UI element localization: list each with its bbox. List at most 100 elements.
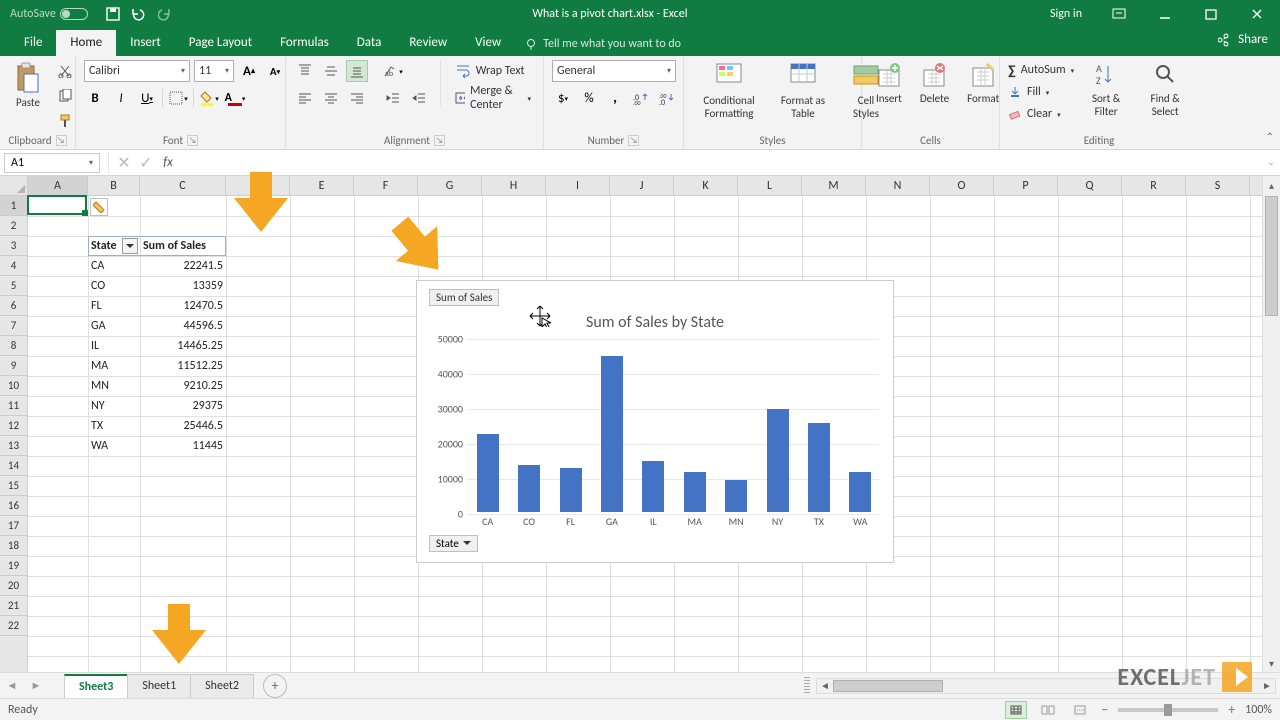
column-header[interactable]: R: [1122, 176, 1186, 195]
add-sheet-icon[interactable]: +: [263, 674, 287, 698]
page-layout-view-icon[interactable]: [1037, 701, 1059, 719]
column-header[interactable]: J: [610, 176, 674, 195]
tellme-search[interactable]: Tell me what you want to do: [515, 32, 691, 56]
enter-formula-icon[interactable]: ✓: [135, 152, 157, 174]
italic-icon[interactable]: I: [110, 87, 132, 109]
active-cell[interactable]: [27, 195, 87, 215]
row-header[interactable]: 11: [0, 396, 27, 416]
cell[interactable]: MA: [88, 356, 140, 376]
chart-bar[interactable]: [477, 434, 499, 512]
chart-bar[interactable]: [767, 409, 789, 512]
tab-formulas[interactable]: Formulas: [266, 30, 343, 56]
cell[interactable]: 13359: [140, 276, 226, 296]
row-header[interactable]: 6: [0, 296, 27, 316]
column-header[interactable]: M: [802, 176, 866, 195]
row-header[interactable]: 5: [0, 276, 27, 296]
cell[interactable]: 11445: [140, 436, 226, 456]
column-header[interactable]: I: [546, 176, 610, 195]
select-all-corner[interactable]: [0, 176, 28, 196]
row-header[interactable]: 21: [0, 596, 27, 616]
chart-bar[interactable]: [518, 465, 540, 512]
pivot-filter-dropdown[interactable]: [122, 238, 138, 254]
cell[interactable]: CA: [88, 256, 140, 276]
ribbon-display-icon[interactable]: [1096, 0, 1142, 28]
cell[interactable]: NY: [88, 396, 140, 416]
comma-format-icon[interactable]: ,: [604, 87, 626, 109]
zoom-in-icon[interactable]: +: [1228, 701, 1235, 718]
tab-insert[interactable]: Insert: [116, 30, 175, 56]
autosum-button[interactable]: ∑AutoSum▾: [1008, 60, 1074, 80]
fill-button[interactable]: Fill▾: [1008, 82, 1074, 102]
cell[interactable]: 12470.5: [140, 296, 226, 316]
increase-decimal-icon[interactable]: .0.00: [630, 87, 652, 109]
column-header[interactable]: E: [290, 176, 354, 195]
autosave-toggle[interactable]: AutoSave: [0, 7, 98, 21]
zoom-slider[interactable]: [1118, 708, 1218, 712]
row-header[interactable]: 20: [0, 576, 27, 596]
row-header[interactable]: 16: [0, 496, 27, 516]
tab-home[interactable]: Home: [56, 30, 116, 56]
wrap-text-button[interactable]: Wrap Text: [451, 60, 535, 82]
sheet-nav-prev-icon[interactable]: ◄: [0, 679, 24, 692]
tab-review[interactable]: Review: [395, 30, 461, 56]
find-select-button[interactable]: Find & Select: [1138, 60, 1192, 120]
font-size-combo[interactable]: 11▾: [194, 60, 234, 82]
sheet-nav-next-icon[interactable]: ►: [24, 679, 48, 692]
column-header[interactable]: B: [88, 176, 140, 195]
chart-bar[interactable]: [601, 356, 623, 512]
sheet-tab[interactable]: Sheet3: [64, 674, 128, 698]
decrease-decimal-icon[interactable]: .00.0: [656, 87, 678, 109]
copy-icon[interactable]: [54, 85, 76, 107]
redo-icon[interactable]: [158, 7, 176, 21]
column-header[interactable]: N: [866, 176, 930, 195]
chart-value-field[interactable]: Sum of Sales: [429, 289, 499, 306]
zoom-level[interactable]: 100%: [1245, 703, 1272, 717]
cell[interactable]: WA: [88, 436, 140, 456]
format-cells-button[interactable]: Format: [961, 60, 1005, 107]
align-middle-icon[interactable]: [320, 60, 342, 82]
cell[interactable]: 11512.25: [140, 356, 226, 376]
chart-axis-field[interactable]: State: [429, 535, 478, 552]
format-as-table-button[interactable]: Format as Table: [772, 60, 834, 122]
name-box[interactable]: A1▾: [4, 153, 100, 173]
cell[interactable]: IL: [88, 336, 140, 356]
column-header[interactable]: C: [140, 176, 226, 195]
minimize-icon[interactable]: [1142, 0, 1188, 28]
share-button[interactable]: Share: [1218, 32, 1268, 47]
font-name-combo[interactable]: Calibri▾: [84, 60, 190, 82]
undo-icon[interactable]: [130, 7, 148, 21]
row-header[interactable]: 22: [0, 616, 27, 636]
align-bottom-icon[interactable]: [346, 60, 368, 82]
tab-file[interactable]: File: [10, 30, 56, 56]
dialog-launcher-icon[interactable]: ↘: [187, 135, 198, 146]
fx-icon[interactable]: fx: [157, 152, 179, 174]
pivot-chart[interactable]: Sum of SalesSum of Sales by State0100002…: [416, 280, 894, 563]
chart-title[interactable]: Sum of Sales by State: [417, 313, 893, 332]
cell[interactable]: GA: [88, 316, 140, 336]
row-header[interactable]: 4: [0, 256, 27, 276]
tab-view[interactable]: View: [461, 30, 515, 56]
page-break-view-icon[interactable]: [1069, 701, 1091, 719]
font-color-icon[interactable]: A▾: [224, 87, 246, 109]
row-header[interactable]: 1: [0, 196, 27, 216]
close-icon[interactable]: [1234, 0, 1280, 28]
align-top-icon[interactable]: [294, 60, 316, 82]
orientation-icon[interactable]: ab▾: [382, 60, 404, 82]
cell[interactable]: 9210.25: [140, 376, 226, 396]
cell[interactable]: 25446.5: [140, 416, 226, 436]
align-right-icon[interactable]: [346, 87, 368, 109]
cell[interactable]: 29375: [140, 396, 226, 416]
expand-formula-icon[interactable]: ⌄: [1262, 157, 1280, 168]
grow-font-icon[interactable]: A▴: [238, 60, 260, 82]
chart-bar[interactable]: [725, 480, 747, 512]
column-header[interactable]: K: [674, 176, 738, 195]
cell[interactable]: CO: [88, 276, 140, 296]
normal-view-icon[interactable]: [1005, 701, 1027, 719]
clear-button[interactable]: Clear▾: [1008, 104, 1074, 124]
row-header[interactable]: 19: [0, 556, 27, 576]
fill-color-icon[interactable]: ▾: [198, 87, 220, 109]
zoom-out-icon[interactable]: −: [1101, 701, 1108, 718]
dialog-launcher-icon[interactable]: ↘: [434, 135, 445, 146]
column-header[interactable]: F: [354, 176, 418, 195]
delete-cells-button[interactable]: Delete: [914, 60, 955, 107]
